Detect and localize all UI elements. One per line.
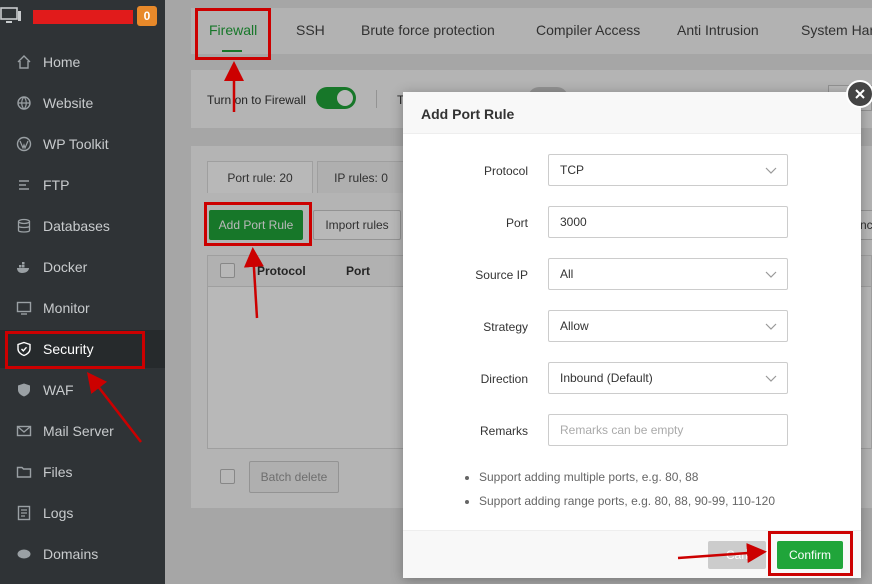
- monitor-icon: [16, 300, 32, 316]
- sidebar-item-mail-server[interactable]: Mail Server: [0, 412, 165, 450]
- source-ip-label: Source IP: [475, 268, 528, 282]
- strategy-value: Allow: [560, 319, 589, 333]
- home-icon: [16, 54, 32, 70]
- sidebar-item-label: Databases: [43, 218, 110, 234]
- tip-multiple-ports: Support adding multiple ports, e.g. 80, …: [479, 470, 699, 484]
- annotation-box-security: [5, 331, 145, 369]
- sidebar-item-label: Docker: [43, 259, 88, 275]
- sidebar-header: 0: [0, 0, 165, 34]
- sidebar-item-home[interactable]: Home: [0, 43, 165, 81]
- remarks-label: Remarks: [479, 424, 528, 438]
- sidebar-item-label: WAF: [43, 382, 74, 398]
- bullet: [465, 476, 469, 480]
- dialog-title: Add Port Rule: [421, 106, 515, 122]
- protocol-value: TCP: [560, 163, 584, 177]
- sidebar-item-label: Files: [43, 464, 73, 480]
- source-ip-value: All: [560, 267, 574, 281]
- port-input[interactable]: 3000: [548, 206, 788, 238]
- chevron-down-icon: [765, 323, 777, 330]
- bullet: [465, 500, 469, 504]
- remarks-input[interactable]: Remarks can be empty: [548, 414, 788, 446]
- docker-icon: [16, 259, 32, 275]
- redacted-server-name: [33, 10, 133, 24]
- server-icon: [0, 7, 22, 25]
- direction-select[interactable]: Inbound (Default): [548, 362, 788, 394]
- close-dialog-button[interactable]: [846, 80, 872, 108]
- sidebar-item-label: Mail Server: [43, 423, 114, 439]
- sidebar-item-domains[interactable]: Domains: [0, 535, 165, 573]
- database-icon: [16, 218, 32, 234]
- domains-icon: [16, 546, 32, 562]
- port-value: 3000: [560, 215, 587, 229]
- waf-shield-icon: [16, 382, 32, 398]
- folder-icon: [16, 464, 32, 480]
- sidebar-item-monitor[interactable]: Monitor: [0, 289, 165, 327]
- annotation-box-confirm: [768, 531, 853, 576]
- annotation-box-firewall-tab: [195, 8, 271, 60]
- close-icon: [855, 89, 865, 99]
- strategy-select[interactable]: Allow: [548, 310, 788, 342]
- sidebar-item-wp-toolkit[interactable]: WP Toolkit: [0, 125, 165, 163]
- sidebar-item-website[interactable]: Website: [0, 84, 165, 122]
- notification-badge[interactable]: 0: [137, 6, 157, 26]
- strategy-label: Strategy: [483, 320, 528, 334]
- sidebar-item-files[interactable]: Files: [0, 453, 165, 491]
- sidebar-item-docker[interactable]: Docker: [0, 248, 165, 286]
- sidebar-item-label: WP Toolkit: [43, 136, 109, 152]
- direction-label: Direction: [480, 372, 528, 386]
- protocol-label: Protocol: [483, 164, 528, 178]
- chevron-down-icon: [765, 271, 777, 278]
- logs-icon: [16, 505, 32, 521]
- mail-icon: [16, 423, 32, 439]
- cancel-button[interactable]: Can: [708, 541, 766, 569]
- tip-range-ports: Support adding range ports, e.g. 80, 88,…: [479, 494, 775, 508]
- sidebar-item-label: Logs: [43, 505, 74, 521]
- ftp-icon: [16, 177, 32, 193]
- sidebar-item-label: Home: [43, 54, 81, 70]
- sidebar-item-ftp[interactable]: FTP: [0, 166, 165, 204]
- sidebar-item-label: Domains: [43, 546, 99, 562]
- chevron-down-icon: [765, 167, 777, 174]
- chevron-down-icon: [765, 375, 777, 382]
- port-label: Port: [505, 216, 528, 230]
- sidebar-item-waf[interactable]: WAF: [0, 371, 165, 409]
- sidebar: 0 Home Website WP Toolkit FTP Databases …: [0, 0, 165, 584]
- source-ip-select[interactable]: All: [548, 258, 788, 290]
- direction-value: Inbound (Default): [560, 371, 653, 385]
- sidebar-item-databases[interactable]: Databases: [0, 207, 165, 245]
- annotation-box-add-port-rule: [204, 202, 312, 246]
- wordpress-icon: [16, 136, 32, 152]
- sidebar-item-logs[interactable]: Logs: [0, 494, 165, 532]
- sidebar-item-label: Website: [43, 95, 94, 111]
- sidebar-item-label: FTP: [43, 177, 70, 193]
- globe-icon: [16, 95, 32, 111]
- sidebar-item-label: Monitor: [43, 300, 90, 316]
- protocol-select[interactable]: TCP: [548, 154, 788, 186]
- remarks-placeholder: Remarks can be empty: [560, 423, 684, 437]
- dialog-header: Add Port Rule: [403, 92, 861, 134]
